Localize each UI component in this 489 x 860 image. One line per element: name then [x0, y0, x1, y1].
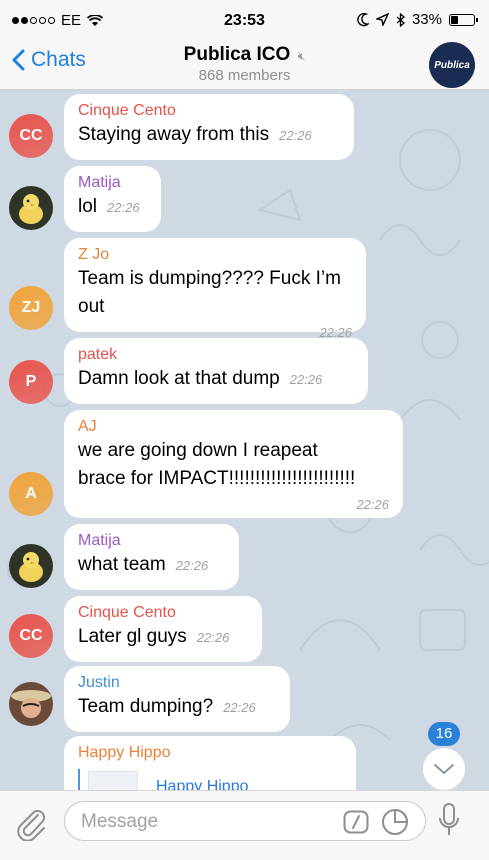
message-text: Damn look at that dump: [78, 368, 280, 389]
reply-preview[interactable]: Happy Hippo: [78, 769, 342, 790]
unread-count-badge: 16: [428, 722, 460, 746]
message-row: Justin Team dumping? 22:26: [0, 666, 489, 732]
sender-avatar[interactable]: P: [9, 360, 53, 404]
message-text-block: we are going down I reapeat brace for IM…: [78, 437, 389, 519]
message-text-block: Staying away from this 22:26: [78, 121, 340, 150]
message-bubble[interactable]: patek Damn look at that dump 22:26: [64, 338, 368, 404]
reply-sender-name: Happy Hippo: [156, 778, 249, 790]
chevron-down-icon: [434, 764, 454, 774]
group-avatar-label: Publica: [434, 59, 470, 71]
message-row: Matija lol 22:26: [0, 166, 489, 232]
sender-avatar[interactable]: CC: [9, 114, 53, 158]
microphone-icon[interactable]: [438, 803, 460, 839]
message-bubble[interactable]: Z Jo Team is dumping???? Fuck I’m out 22:2…: [64, 238, 366, 340]
message-input-bar: [0, 790, 489, 860]
message-text-block: Team is dumping???? Fuck I’m out 22:26: [78, 265, 352, 347]
message-time: 22:26: [107, 200, 140, 215]
sender-name[interactable]: patek: [78, 345, 354, 365]
message-row: Cinque Cento Staying away from this 22:26 C…: [0, 94, 489, 160]
sender-avatar[interactable]: [9, 186, 53, 230]
message-text-block: lol 22:26: [78, 193, 147, 222]
avatar-initials: A: [25, 485, 37, 502]
sender-name[interactable]: AJ: [78, 417, 389, 437]
bot-command-icon[interactable]: [343, 810, 369, 834]
attachment-icon[interactable]: [16, 807, 48, 841]
message-text-block: what team 22:26: [78, 551, 225, 580]
message-bubble[interactable]: Happy Hippo Happy Hippo: [64, 736, 356, 790]
message-text: Team dumping?: [78, 696, 214, 717]
status-bar: EE 23:53 33%: [0, 0, 489, 40]
sender-name[interactable]: Matija: [78, 531, 225, 551]
message-row: Matija what team 22:26: [0, 524, 489, 590]
sender-avatar[interactable]: [9, 544, 53, 588]
member-count: 868 members: [198, 67, 291, 84]
message-text-block: Later gl guys 22:26: [78, 623, 248, 652]
group-avatar[interactable]: Publica: [429, 42, 475, 88]
message-bubble[interactable]: Cinque Cento Staying away from this 22:26: [64, 94, 354, 160]
message-time: 22:26: [175, 558, 209, 573]
avatar-initials: ZJ: [21, 299, 41, 316]
message-row: AJ we are going down I reapeat brace for …: [0, 410, 489, 518]
message-row: Cinque Cento Later gl guys 22:26 CC: [0, 596, 489, 662]
message-time: 22:26: [289, 372, 323, 387]
message-text: Team is dumping???? Fuck I’m out: [78, 268, 341, 317]
battery-percent: 33%: [411, 11, 442, 28]
chick-photo-icon: [9, 186, 53, 230]
message-text: Later gl guys: [78, 626, 187, 647]
message-text-block: Team dumping? 22:26: [78, 693, 276, 722]
message-time: 22:26: [356, 497, 389, 512]
sender-name[interactable]: Z Jo: [78, 245, 352, 265]
message-input[interactable]: [79, 808, 333, 836]
sender-avatar[interactable]: A: [9, 472, 53, 516]
moon-icon: [357, 12, 369, 26]
message-bubble[interactable]: Matija lol 22:26: [64, 166, 161, 232]
message-row: Happy Hippo Happy Hippo: [0, 736, 489, 790]
sender-avatar[interactable]: [9, 682, 53, 726]
message-time: 22:26: [279, 128, 312, 143]
battery-icon: [449, 13, 478, 26]
avatar-initials: CC: [19, 627, 43, 644]
message-text: what team: [78, 554, 166, 575]
scroll-to-bottom-button[interactable]: [422, 747, 466, 790]
muted-speaker-icon: 🔇︎: [297, 49, 306, 63]
message-bubble[interactable]: AJ we are going down I reapeat brace for …: [64, 410, 403, 518]
avatar-initials: CC: [19, 127, 43, 144]
sender-avatar[interactable]: CC: [9, 614, 53, 658]
message-text: lol: [78, 196, 98, 217]
status-icons: 33%: [357, 11, 478, 28]
sticker-icon[interactable]: [381, 808, 409, 836]
message-time: 22:26: [196, 630, 230, 645]
reply-thumbnail: [88, 771, 138, 790]
bluetooth-icon: [396, 12, 405, 27]
sender-name[interactable]: Cinque Cento: [78, 101, 340, 121]
message-row: Z Jo Team is dumping???? Fuck I’m out 22:2…: [0, 238, 489, 340]
message-time: 22:26: [223, 700, 256, 715]
sender-name[interactable]: Justin: [78, 673, 276, 693]
avatar-initials: P: [25, 373, 37, 390]
message-list[interactable]: Cinque Cento Staying away from this 22:26 C…: [0, 90, 489, 790]
sender-name[interactable]: Cinque Cento: [78, 603, 248, 623]
person-photo-icon: [9, 682, 53, 726]
sender-avatar[interactable]: ZJ: [9, 286, 53, 330]
message-bubble[interactable]: Cinque Cento Later gl guys 22:26: [64, 596, 262, 662]
sender-name[interactable]: Matija: [78, 173, 147, 193]
message-field[interactable]: [64, 801, 426, 841]
chat-title-block[interactable]: Publica ICO 🔇︎ 868 members: [0, 44, 489, 84]
location-arrow-icon: [375, 13, 389, 26]
chat-title: Publica ICO: [183, 44, 291, 65]
message-text: we are going down I reapeat brace for IM…: [78, 440, 356, 489]
chat-header: Chats Publica ICO 🔇︎ 868 members Publica: [0, 40, 489, 90]
sender-name[interactable]: Happy Hippo: [78, 743, 342, 763]
message-bubble[interactable]: Justin Team dumping? 22:26: [64, 666, 290, 732]
message-bubble[interactable]: Matija what team 22:26: [64, 524, 239, 590]
chick-photo-icon: [9, 544, 53, 588]
message-text: Staying away from this: [78, 124, 270, 145]
message-row: patek Damn look at that dump 22:26 P: [0, 338, 489, 404]
message-text-block: Damn look at that dump 22:26: [78, 365, 354, 394]
